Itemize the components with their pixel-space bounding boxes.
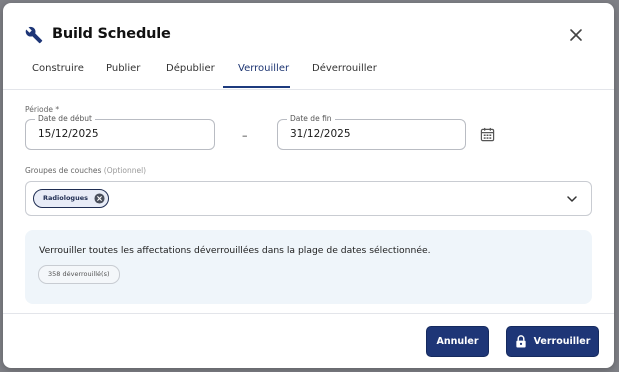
unlocked-count-badge: 358 déverrouillé(s) (38, 265, 120, 284)
layer-groups-optional: (Optionnel) (103, 166, 147, 175)
layer-groups-label: Groupes de couches (Optionnel) (25, 166, 146, 175)
close-icon[interactable] (568, 27, 584, 43)
info-text: Verrouiller toutes les affectations déve… (39, 245, 431, 256)
lock-button[interactable]: Verrouiller (506, 326, 599, 357)
tab-publier[interactable]: Publier (106, 63, 140, 74)
start-date-field[interactable]: Date de début 15/12/2025 (25, 114, 215, 150)
end-date-label: Date de fin (287, 114, 335, 124)
end-date-value: 31/12/2025 (290, 128, 351, 140)
tab-depublier[interactable]: Dépublier (166, 63, 215, 74)
end-date-field[interactable]: Date de fin 31/12/2025 (277, 114, 466, 150)
dialog-title: Build Schedule (52, 26, 171, 42)
active-tab-indicator (223, 86, 290, 88)
cancel-button-label: Annuler (436, 336, 479, 347)
dialog-header: Build Schedule (3, 3, 614, 55)
lock-button-label: Verrouiller (533, 336, 591, 347)
calendar-icon[interactable] (480, 127, 495, 142)
chip-label: Radiologues (43, 194, 88, 202)
start-date-label: Date de début (35, 114, 95, 124)
tab-verrouiller[interactable]: Verrouiller (238, 63, 289, 74)
layer-groups-select[interactable]: Radiologues (25, 181, 592, 216)
build-schedule-dialog: Build Schedule Construire Publier Dépubl… (3, 3, 614, 368)
wrench-icon (25, 26, 43, 44)
chip-remove-icon[interactable] (94, 193, 105, 204)
period-label: Période * (25, 105, 60, 114)
dialog-footer: Annuler Verrouiller (3, 313, 614, 368)
lock-icon (515, 335, 526, 348)
chevron-down-icon[interactable] (566, 193, 578, 205)
layer-groups-label-text: Groupes de couches (25, 166, 102, 175)
chip-radiologues: Radiologues (33, 189, 109, 208)
tab-deverrouiller[interactable]: Déverrouiller (312, 63, 377, 74)
date-range-separator: – (242, 129, 248, 142)
tab-construire[interactable]: Construire (32, 63, 84, 74)
info-panel: Verrouiller toutes les affectations déve… (25, 230, 592, 304)
start-date-value: 15/12/2025 (38, 128, 99, 140)
cancel-button[interactable]: Annuler (426, 326, 489, 357)
tab-bar: Construire Publier Dépublier Verrouiller… (3, 55, 614, 90)
